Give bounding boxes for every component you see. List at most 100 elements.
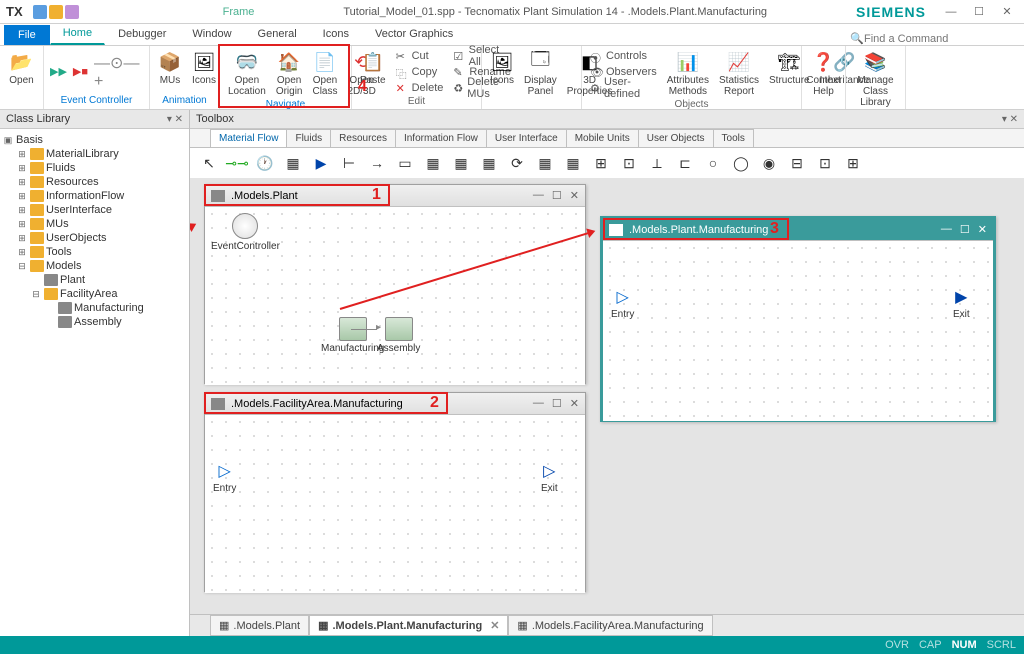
tool-icon[interactable]: ⊏ bbox=[674, 152, 696, 174]
tool-icon[interactable]: → bbox=[366, 152, 388, 174]
close-button[interactable]: ✕ bbox=[994, 3, 1020, 21]
pin-icon[interactable]: ▾ ✕ bbox=[167, 114, 183, 125]
frame-icon[interactable]: ▦ bbox=[282, 152, 304, 174]
close-icon[interactable]: ✕ bbox=[570, 397, 579, 410]
tree-node-models[interactable]: ⊟Models bbox=[2, 259, 187, 273]
min-icon[interactable]: — bbox=[533, 397, 544, 410]
tool-icon[interactable]: ▦ bbox=[422, 152, 444, 174]
file-tab[interactable]: File bbox=[4, 25, 50, 45]
stop-icon[interactable]: ▶■ bbox=[73, 65, 88, 78]
open-button[interactable]: 📂Open bbox=[6, 48, 37, 88]
tool-icon[interactable]: ⊞ bbox=[842, 152, 864, 174]
tree-node[interactable]: ⊞UserInterface bbox=[2, 203, 187, 217]
toolbox-tab[interactable]: Resources bbox=[330, 129, 396, 147]
play-icon[interactable]: ▶▶ bbox=[50, 65, 67, 78]
doc-tab[interactable]: ▦.Models.Plant bbox=[210, 615, 309, 636]
entry-object[interactable]: ▷Entry bbox=[611, 287, 634, 320]
tree-node[interactable]: ⊞Tools bbox=[2, 245, 187, 259]
assembly-object[interactable]: Assembly bbox=[377, 317, 420, 354]
window-models-plant[interactable]: .Models.Plant —☐✕ EventController Manufa… bbox=[204, 184, 586, 384]
tree-node-assembly[interactable]: Assembly bbox=[2, 315, 187, 329]
tool-icon[interactable]: ◯ bbox=[730, 152, 752, 174]
tool-icon[interactable]: ⟂ bbox=[646, 152, 668, 174]
toolbox-tab-material-flow[interactable]: Material Flow bbox=[210, 129, 287, 147]
copy-button[interactable]: ⿻Copy bbox=[394, 64, 446, 80]
delete-button[interactable]: ✕Delete bbox=[394, 80, 446, 96]
max-icon[interactable]: ☐ bbox=[552, 189, 562, 202]
entry-object[interactable]: ▷Entry bbox=[213, 461, 236, 494]
tool-icon[interactable]: ⟳ bbox=[506, 152, 528, 174]
tab-vector-graphics[interactable]: Vector Graphics bbox=[362, 23, 466, 45]
pointer-icon[interactable]: ↖ bbox=[198, 152, 220, 174]
event-controller-object[interactable]: EventController bbox=[211, 213, 280, 252]
doc-tab-active[interactable]: ▦.Models.Plant.Manufacturing✕ bbox=[309, 615, 508, 636]
toolbox-tab[interactable]: User Objects bbox=[638, 129, 714, 147]
tool-icon[interactable]: ◉ bbox=[758, 152, 780, 174]
tree-node[interactable]: ⊞InformationFlow bbox=[2, 189, 187, 203]
toolbox-tab[interactable]: Information Flow bbox=[395, 129, 487, 147]
icons-panel-button[interactable]: 🖼Icons bbox=[488, 48, 516, 88]
tree-node-manufacturing[interactable]: Manufacturing bbox=[2, 301, 187, 315]
tool-icon[interactable]: ▦ bbox=[534, 152, 556, 174]
context-help-button[interactable]: ❓Context Help bbox=[808, 48, 839, 99]
attributes-methods-button[interactable]: 📊Attributes Methods bbox=[665, 48, 711, 99]
tool-icon[interactable]: ⊟ bbox=[786, 152, 808, 174]
controls-button[interactable]: ⦿Controls bbox=[588, 48, 659, 64]
user-defined-button[interactable]: ⚙User-defined bbox=[588, 80, 659, 96]
tool-icon[interactable]: ▦ bbox=[450, 152, 472, 174]
window-facilityarea-manufacturing[interactable]: .Models.FacilityArea.Manufacturing —☐✕ ▷… bbox=[204, 392, 586, 592]
canvas[interactable]: .Models.Plant —☐✕ EventController Manufa… bbox=[190, 178, 1024, 612]
doc-tab[interactable]: ▦.Models.FacilityArea.Manufacturing bbox=[508, 615, 712, 636]
tool-icon[interactable]: ⊞ bbox=[590, 152, 612, 174]
tab-debugger[interactable]: Debugger bbox=[105, 23, 179, 45]
exit-object[interactable]: ▷Exit bbox=[541, 461, 558, 494]
close-icon[interactable]: ✕ bbox=[570, 189, 579, 202]
max-icon[interactable]: ☐ bbox=[552, 397, 562, 410]
tab-general[interactable]: General bbox=[245, 23, 310, 45]
min-icon[interactable]: — bbox=[533, 189, 544, 202]
connector-icon[interactable]: ⊸⊸ bbox=[226, 152, 248, 174]
mus-button[interactable]: 📦MUs bbox=[156, 48, 184, 88]
tool-icon[interactable]: ○ bbox=[702, 152, 724, 174]
max-icon[interactable]: ☐ bbox=[960, 223, 970, 236]
window-plant-manufacturing[interactable]: .Models.Plant.Manufacturing —☐✕ ▷Entry ▶… bbox=[600, 216, 996, 422]
minimize-button[interactable]: — bbox=[938, 3, 964, 21]
tab-icons[interactable]: Icons bbox=[310, 23, 362, 45]
manufacturing-object[interactable]: Manufacturing bbox=[321, 317, 384, 354]
command-search[interactable]: 🔍 bbox=[850, 32, 1004, 45]
save-icon[interactable] bbox=[33, 5, 47, 19]
toolbox-tab[interactable]: Tools bbox=[713, 129, 754, 147]
tree-node[interactable]: ⊞UserObjects bbox=[2, 231, 187, 245]
toolbox-tab[interactable]: Fluids bbox=[286, 129, 331, 147]
source-icon[interactable]: ▶ bbox=[310, 152, 332, 174]
tool-icon[interactable]: ▭ bbox=[394, 152, 416, 174]
tree-node[interactable]: ⊞Resources bbox=[2, 175, 187, 189]
clock-icon[interactable]: 🕐 bbox=[254, 152, 276, 174]
cut-button[interactable]: ✂Cut bbox=[394, 48, 446, 64]
tool-icon[interactable]: ⊡ bbox=[814, 152, 836, 174]
tool-icon[interactable]: ▦ bbox=[562, 152, 584, 174]
manage-class-library-button[interactable]: 📚Manage Class Library bbox=[852, 48, 899, 110]
min-icon[interactable]: — bbox=[941, 223, 952, 236]
tool-icon[interactable]: ▦ bbox=[478, 152, 500, 174]
icons-button[interactable]: 🖼Icons bbox=[190, 48, 218, 88]
open-icon[interactable] bbox=[49, 5, 63, 19]
search-input[interactable] bbox=[864, 33, 1004, 45]
tab-home[interactable]: Home bbox=[50, 22, 105, 45]
close-tab-icon[interactable]: ✕ bbox=[490, 619, 499, 632]
tree-node-facilityarea[interactable]: ⊟FacilityArea bbox=[2, 287, 187, 301]
qa-icon[interactable] bbox=[65, 5, 79, 19]
tree-node[interactable]: ⊞MaterialLibrary bbox=[2, 147, 187, 161]
statistics-report-button[interactable]: 📈Statistics Report bbox=[717, 48, 761, 99]
exit-object[interactable]: ▶Exit bbox=[953, 287, 970, 320]
tool-icon[interactable]: ⊢ bbox=[338, 152, 360, 174]
tool-icon[interactable]: ⊡ bbox=[618, 152, 640, 174]
tree-root[interactable]: ▣Basis bbox=[2, 133, 187, 147]
tree-node[interactable]: ⊞MUs bbox=[2, 217, 187, 231]
tree-node[interactable]: ⊞Fluids bbox=[2, 161, 187, 175]
maximize-button[interactable]: ☐ bbox=[966, 3, 992, 21]
tree-node-plant[interactable]: Plant bbox=[2, 273, 187, 287]
tab-window[interactable]: Window bbox=[179, 23, 244, 45]
display-panel-button[interactable]: 🗔Display Panel bbox=[522, 48, 559, 99]
toolbox-tab[interactable]: Mobile Units bbox=[566, 129, 639, 147]
